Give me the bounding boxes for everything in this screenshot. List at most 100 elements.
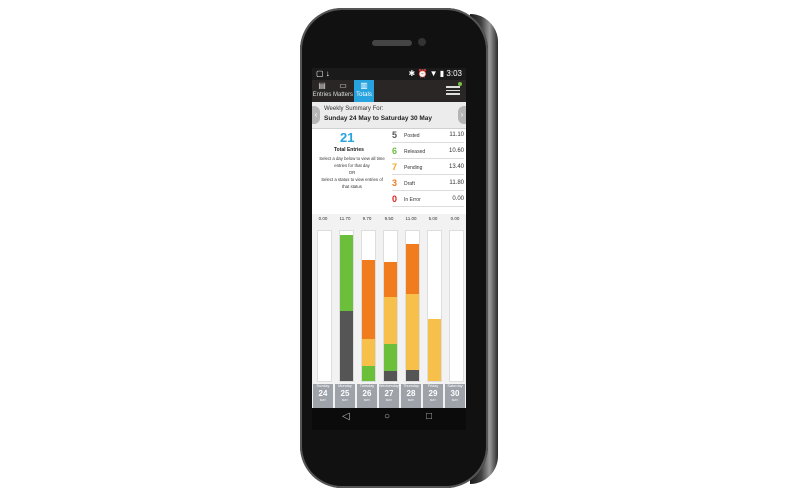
notification-dot	[458, 82, 462, 86]
status-right: ✱ ⏰ ▼ ▮ 3:03	[409, 68, 462, 80]
status-icons: ✱ ⏰ ▼ ▮	[408, 69, 445, 78]
status-row-posted[interactable]: 5 Posted 11.10	[392, 130, 464, 143]
bar-segment-draft	[383, 262, 397, 298]
phone-speaker	[372, 40, 412, 46]
week-heading: Weekly Summary For:	[324, 106, 384, 112]
back-button[interactable]: ◁	[342, 411, 350, 422]
bar-segment-released	[383, 343, 397, 371]
help-text-line: entries for that day	[334, 163, 370, 168]
status-hours: 10.60	[448, 148, 464, 154]
bar-segment-posted	[339, 311, 353, 381]
tab-entries-label: Entries	[312, 92, 332, 98]
day-month: MAY	[341, 398, 349, 402]
day-date: 26	[362, 389, 372, 398]
matters-icon: ▭	[339, 81, 347, 90]
bar-segment-posted	[405, 369, 419, 381]
recents-button[interactable]: □	[426, 411, 432, 422]
day-bar[interactable]	[338, 230, 354, 382]
status-count: 5	[392, 130, 398, 140]
help-text-line: OR	[348, 170, 356, 175]
status-bar: ▢ ↓ ✱ ⏰ ▼ ▮ 3:03	[312, 68, 466, 80]
day-month: MAY	[363, 398, 371, 402]
day-bar[interactable]	[360, 230, 376, 382]
status-hours: 11.80	[449, 180, 464, 186]
status-row-pending[interactable]: 7 Pending 13.40	[392, 162, 464, 175]
status-label: Pending	[404, 165, 423, 171]
status-label: Posted	[404, 133, 420, 139]
menu-button[interactable]	[446, 84, 460, 96]
day-bar[interactable]	[404, 230, 420, 382]
status-row-in-error[interactable]: 0 In Error 0.00	[392, 194, 464, 207]
weekly-summary: 21 Total Entries Select a day below to v…	[312, 130, 466, 220]
bar-segment-pending	[427, 318, 441, 381]
entries-icon: ▤	[318, 81, 326, 90]
day-date: 24	[318, 389, 328, 398]
bar-segment-posted	[383, 371, 397, 381]
day-selector-wednesday[interactable]: Wednesday 27 MAY	[379, 384, 399, 408]
day-total-label: 5.00	[428, 216, 438, 221]
day-date: 29	[428, 389, 438, 398]
totals-icon: ▥	[360, 81, 368, 90]
status-time: 3:03	[446, 69, 462, 78]
help-text-line: Select a day below to view all time	[319, 156, 385, 161]
day-total-label: 0.00	[318, 216, 328, 221]
status-row-released[interactable]: 6 Released 10.60	[392, 146, 464, 159]
day-bar[interactable]	[316, 230, 332, 382]
bar-segment-draft	[361, 259, 375, 339]
status-label: Released	[404, 149, 426, 155]
day-selector-thursday[interactable]: Thursday 28 MAY	[401, 384, 421, 408]
day-bar[interactable]	[448, 230, 464, 382]
help-text-line: Select a status to view entries of	[321, 177, 383, 182]
bar-segment-released	[339, 234, 353, 311]
status-hours: 0.00	[452, 196, 464, 202]
day-selector-sunday[interactable]: Sunday 24 MAY	[313, 384, 333, 408]
week-range: Sunday 24 May to Saturday 30 May	[324, 115, 433, 122]
tab-matters[interactable]: ▭ Matters	[333, 80, 353, 102]
status-count: 6	[392, 146, 398, 156]
bar-segment-released	[361, 366, 375, 381]
day-date: 28	[406, 389, 416, 398]
bar-segment-draft	[405, 243, 419, 294]
day-total-label: 9.50	[384, 216, 394, 221]
day-total-label: 11.00	[405, 216, 417, 221]
phone-camera	[418, 38, 426, 46]
total-entries-label: Total Entries	[334, 147, 364, 153]
day-month: MAY	[429, 398, 437, 402]
tab-matters-label: Matters	[333, 92, 354, 98]
status-count: 0	[392, 194, 398, 204]
help-text-line: that status	[342, 184, 362, 189]
total-entries-count: 21	[340, 130, 355, 145]
day-selector-friday[interactable]: Friday 29 MAY	[423, 384, 443, 408]
day-month: MAY	[385, 398, 393, 402]
status-hours: 11.10	[449, 132, 464, 138]
day-totals-row: 0.00 11.70 9.70 9.50 11.00 5.00 0.00	[312, 216, 466, 224]
day-month: MAY	[319, 398, 327, 402]
app-screen: ▢ ↓ ✱ ⏰ ▼ ▮ 3:03 ▤ Entries ▭ Matters ▥ T…	[312, 68, 466, 408]
previous-week-button[interactable]: ‹	[312, 106, 320, 124]
day-selector-tuesday[interactable]: Tuesday 26 MAY	[357, 384, 377, 408]
bar-segment-pending	[383, 297, 397, 344]
tab-totals-label: Totals	[356, 92, 372, 98]
day-total-label: 11.70	[339, 216, 351, 221]
day-total-label: 0.00	[450, 216, 460, 221]
status-hours: 13.40	[448, 164, 464, 170]
tab-entries[interactable]: ▤ Entries	[312, 80, 332, 102]
status-count: 3	[392, 178, 398, 188]
day-bar[interactable]	[426, 230, 442, 382]
bar-segment-pending	[361, 338, 375, 366]
day-selector-saturday[interactable]: Saturday 30 MAY	[445, 384, 465, 408]
day-date: 27	[384, 389, 394, 398]
next-week-button[interactable]: ›	[458, 106, 466, 124]
tab-bar: ▤ Entries ▭ Matters ▥ Totals	[312, 80, 466, 102]
home-button[interactable]: ○	[384, 411, 390, 422]
status-label: In Error	[404, 197, 421, 203]
day-date: 30	[450, 389, 460, 398]
day-selector-monday[interactable]: Monday 25 MAY	[335, 384, 355, 408]
tab-totals[interactable]: ▥ Totals	[354, 80, 374, 102]
status-label: Draft	[404, 181, 415, 187]
status-row-draft[interactable]: 3 Draft 11.80	[392, 178, 464, 191]
daily-hours-chart: 0.00 11.70 9.70 9.50 11.00 5.00 0.00 Sunday 24 M…	[312, 214, 466, 408]
day-bar[interactable]	[382, 230, 398, 382]
week-selector: ‹ Weekly Summary For: Sunday 24 May to S…	[312, 102, 466, 129]
status-left-icons: ▢ ↓	[316, 69, 330, 78]
